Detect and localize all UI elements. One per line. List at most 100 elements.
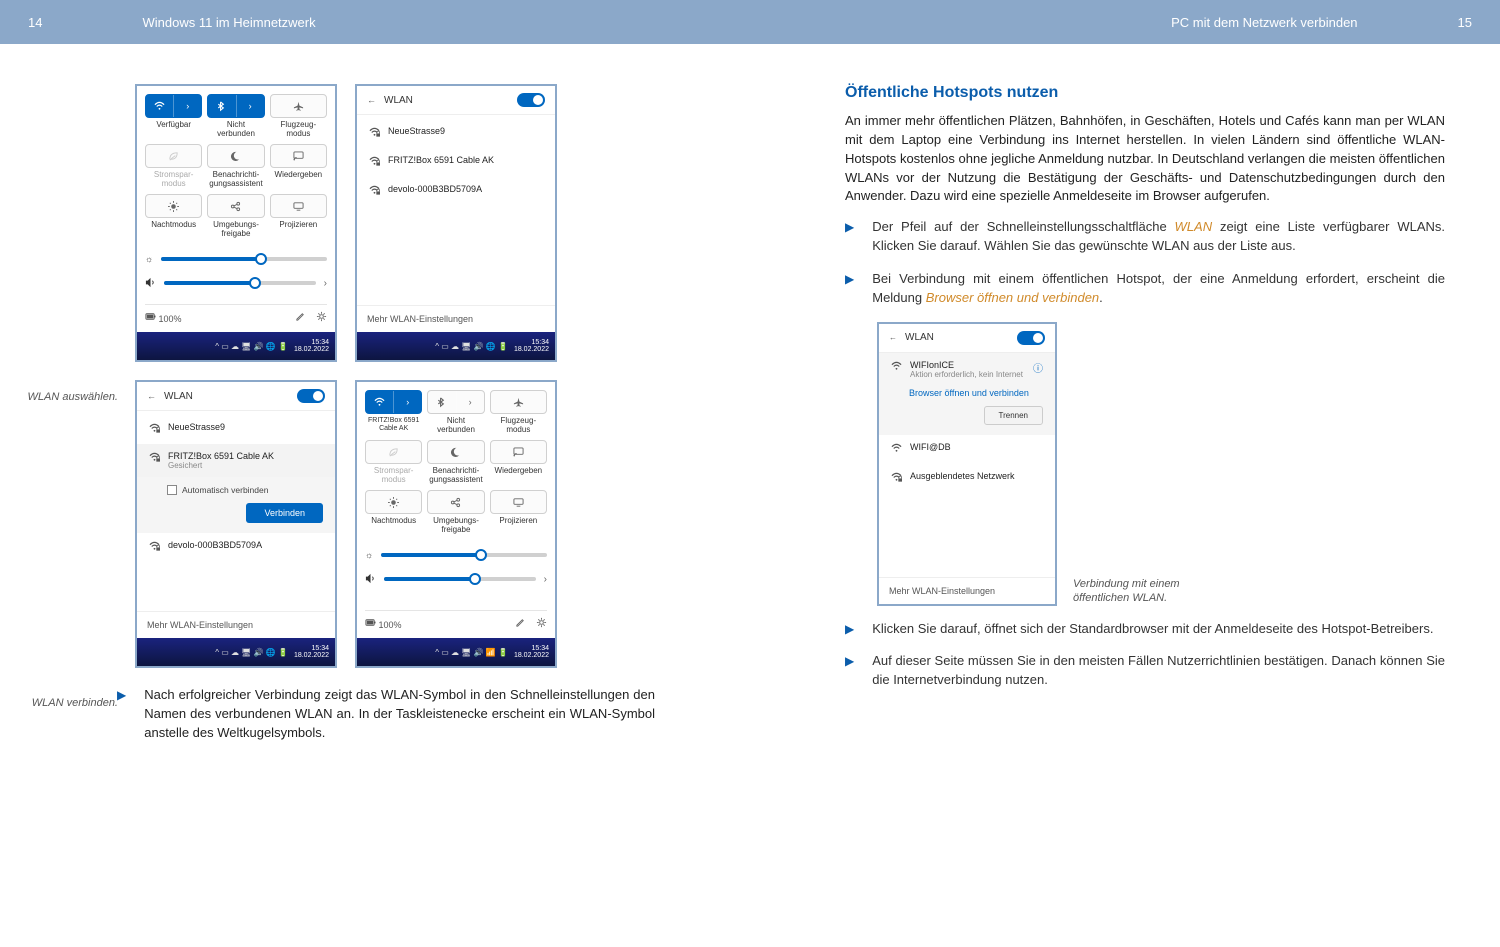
qs-focus-assist-button[interactable] <box>207 144 264 168</box>
settings-icon[interactable] <box>316 311 327 324</box>
wifi-icon <box>146 95 174 117</box>
back-button[interactable]: ← <box>147 391 156 401</box>
more-wlan-settings-link[interactable]: Mehr WLAN-Einstellungen <box>879 577 1055 604</box>
screenshot-public-hotspot: ← WLAN WIFIonICEAktion erforderlich, kei… <box>877 322 1057 606</box>
taskbar-clock[interactable]: 15:3418.02.2022 <box>294 339 329 353</box>
wifi-icon <box>891 443 902 457</box>
wlan-panel-title: WLAN <box>905 332 1009 343</box>
wlan-panel-title: WLAN <box>164 391 289 402</box>
caption-wlan-select: WLAN auswählen. <box>0 390 118 404</box>
bullet-triangle-icon: ▶ <box>845 220 854 256</box>
bluetooth-icon <box>208 95 236 117</box>
wlan-network-item-selected[interactable]: WIFIonICEAktion erforderlich, kein Inter… <box>879 353 1055 386</box>
body-paragraph: An immer mehr öffentlichen Plätzen, Bahn… <box>845 112 1445 206</box>
wlan-network-item[interactable]: NeueStrasse9 <box>137 415 335 444</box>
qs-cast-button[interactable] <box>270 144 327 168</box>
qs-project-button[interactable] <box>490 490 547 514</box>
more-wlan-settings-link[interactable]: Mehr WLAN-Einstellungen <box>357 305 555 332</box>
system-tray[interactable]: ^ ▭ ☁ 🖥 🔊 🌐 🔋 <box>215 648 288 657</box>
taskbar-clock[interactable]: 15:3418.02.2022 <box>514 339 549 353</box>
edit-icon[interactable] <box>295 311 306 324</box>
wlan-toggle[interactable] <box>517 93 545 107</box>
back-button[interactable]: ← <box>367 95 376 105</box>
wlan-toggle[interactable] <box>297 389 325 403</box>
wifi-lock-icon <box>369 185 380 199</box>
connect-button[interactable]: Verbinden <box>246 503 323 523</box>
qs-cast-button[interactable] <box>490 440 547 464</box>
wifi-lock-icon <box>369 156 380 170</box>
qs-nearby-share-button[interactable] <box>207 194 264 218</box>
qs-nightlight-button[interactable] <box>365 490 422 514</box>
volume-slider[interactable] <box>164 281 316 285</box>
settings-icon[interactable] <box>536 617 547 630</box>
bullet-triangle-icon: ▶ <box>845 622 854 639</box>
bullet-text: Bei Verbindung mit einem öffentlichen Ho… <box>872 270 1445 308</box>
qs-wifi-button[interactable]: › <box>365 390 422 414</box>
chevron-right-icon[interactable]: › <box>324 278 327 289</box>
chevron-right-icon[interactable]: › <box>174 95 201 117</box>
qs-wifi-button[interactable]: › <box>145 94 202 118</box>
info-icon[interactable]: ⓘ <box>1033 360 1043 375</box>
qs-focus-assist-button[interactable] <box>427 440 484 464</box>
brightness-icon: ☼ <box>365 550 373 560</box>
wlan-network-item-selected[interactable]: FRITZ!Box 6591 Cable AKGesichert <box>137 444 335 477</box>
project-icon <box>513 497 524 508</box>
qs-airplane-button[interactable] <box>270 94 327 118</box>
wifi-icon <box>891 361 902 375</box>
page-number-left: 14 <box>28 15 42 30</box>
brightness-slider[interactable] <box>161 257 327 261</box>
qs-airplane-button[interactable] <box>490 390 547 414</box>
moon-icon <box>450 447 461 458</box>
qs-nightlight-button[interactable] <box>145 194 202 218</box>
taskbar-clock[interactable]: 15:3418.02.2022 <box>294 645 329 659</box>
qs-project-button[interactable] <box>270 194 327 218</box>
nightlight-icon <box>168 201 179 212</box>
qs-bluetooth-button[interactable]: › <box>207 94 264 118</box>
screenshot-quicksettings-1: ›Verfügbar ›Nicht verbunden Flugzeug- mo… <box>135 84 337 362</box>
chevron-right-icon[interactable]: › <box>457 391 484 413</box>
qs-bluetooth-button[interactable]: › <box>427 390 484 414</box>
wlan-network-item[interactable]: devolo-000B3BD5709A <box>137 533 335 562</box>
auto-connect-checkbox[interactable]: Automatisch verbinden <box>167 485 323 495</box>
system-tray[interactable]: ^ ▭ ☁ 🖥 🔊 📶 🔋 <box>435 648 508 657</box>
chevron-right-icon[interactable]: › <box>544 574 547 585</box>
airplane-icon <box>293 101 304 112</box>
wlan-network-item[interactable]: FRITZ!Box 6591 Cable AK <box>357 148 555 177</box>
wifi-icon <box>366 391 394 413</box>
edit-icon[interactable] <box>515 617 526 630</box>
battery-status[interactable]: 100% <box>365 617 402 630</box>
share-icon <box>450 497 461 508</box>
chevron-right-icon[interactable]: › <box>237 95 264 117</box>
open-browser-link[interactable]: Browser öffnen und verbinden <box>909 388 1043 398</box>
wlan-toggle[interactable] <box>1017 331 1045 345</box>
system-tray[interactable]: ^ ▭ ☁ 🖥 🔊 🌐 🔋 <box>435 342 508 351</box>
qs-battery-saver-button[interactable] <box>365 440 422 464</box>
volume-slider[interactable] <box>384 577 536 581</box>
bullet-triangle-icon: ▶ <box>845 654 854 690</box>
taskbar: ^ ▭ ☁ 🖥 🔊 🌐 🔋 15:3418.02.2022 <box>137 332 335 360</box>
qs-nearby-share-button[interactable] <box>427 490 484 514</box>
more-wlan-settings-link[interactable]: Mehr WLAN-Einstellungen <box>137 611 335 638</box>
bullet-triangle-icon: ▶ <box>117 688 126 743</box>
caption-wlan-connect: WLAN verbinden. <box>0 696 118 710</box>
chevron-right-icon[interactable]: › <box>394 391 421 413</box>
wlan-network-item[interactable]: devolo-000B3BD5709A <box>357 177 555 206</box>
back-button[interactable]: ← <box>889 333 897 342</box>
battery-status[interactable]: 100% <box>145 311 182 324</box>
wifi-lock-icon <box>369 127 380 141</box>
brightness-slider[interactable] <box>381 553 547 557</box>
left-page: WLAN auswählen. WLAN verbinden. ›Verfügb… <box>0 44 750 797</box>
wlan-network-item[interactable]: Ausgeblendetes Netzwerk <box>879 464 1055 493</box>
qs-battery-saver-button[interactable] <box>145 144 202 168</box>
bullet-triangle-icon: ▶ <box>845 272 854 308</box>
wlan-network-item[interactable]: NeueStrasse9 <box>357 119 555 148</box>
disconnect-button[interactable]: Trennen <box>984 406 1044 425</box>
system-tray[interactable]: ^ ▭ ☁ 🖥 🔊 🌐 🔋 <box>215 342 288 351</box>
wlan-network-item[interactable]: WIFI@DB <box>879 435 1055 464</box>
screenshot-wlan-list: ← WLAN NeueStrasse9 FRITZ!Box 6591 Cable… <box>355 84 557 362</box>
page-header-band: 14 Windows 11 im Heimnetzwerk PC mit dem… <box>0 0 1500 44</box>
leaf-icon <box>388 447 399 458</box>
screenshot-quicksettings-connected: ›FRITZ!Box 6591 Cable AK ›Nicht verbunde… <box>355 380 557 668</box>
battery-icon <box>145 311 156 322</box>
taskbar-clock[interactable]: 15:3418.02.2022 <box>514 645 549 659</box>
